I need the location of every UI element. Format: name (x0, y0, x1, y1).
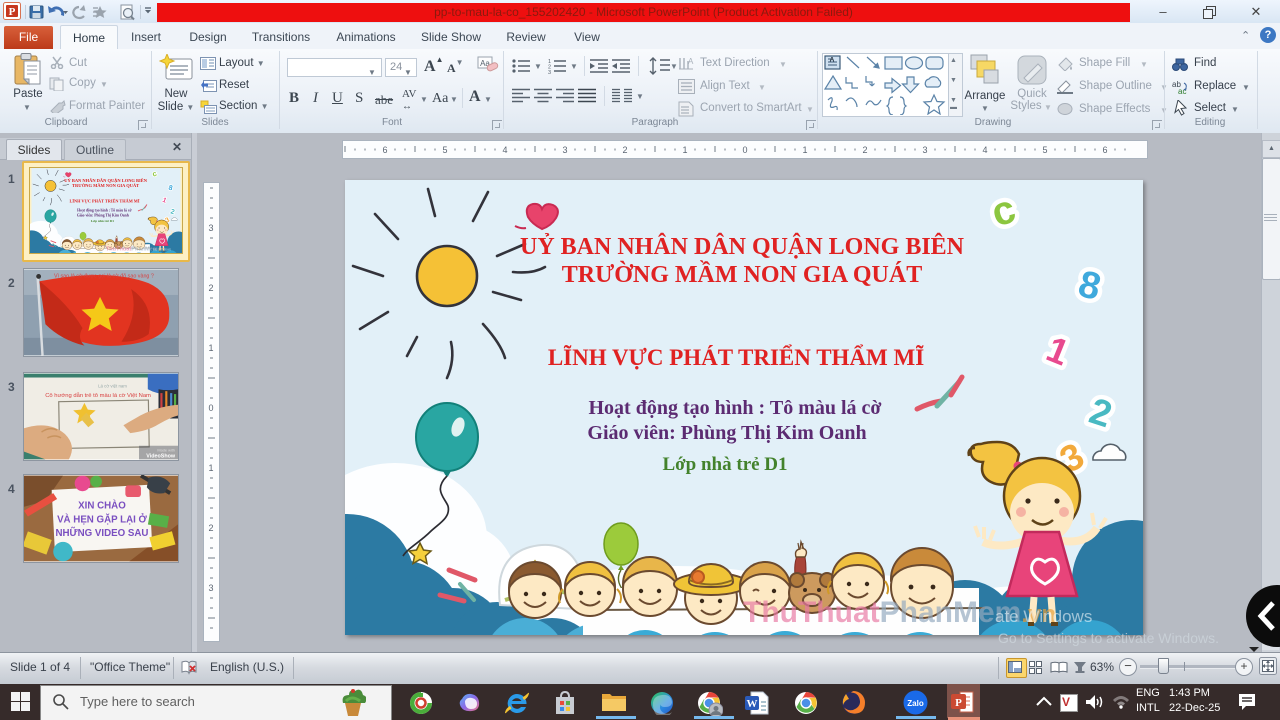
svg-text:1: 1 (802, 145, 807, 155)
svg-text:1: 1 (682, 145, 687, 155)
svg-text:Cô hướng dẫn trẻ tô màu lá cờ: Cô hướng dẫn trẻ tô màu lá cờ Việt Nam (45, 392, 151, 399)
svg-text:0: 0 (208, 403, 213, 413)
svg-text:Vì sao lá cờ được gọi là cờ đỏ: Vì sao lá cờ được gọi là cờ đỏ sao vàng … (54, 272, 154, 279)
svg-text:XIN CHÀO: XIN CHÀO (78, 501, 126, 512)
svg-text:P: P (9, 6, 16, 18)
svg-text:Made with: Made with (157, 448, 175, 453)
svg-text:5: 5 (442, 145, 447, 155)
svg-text:1: 1 (208, 463, 213, 473)
svg-text:VÀ HẸN GẶP LẠI Ở: VÀ HẸN GẶP LẠI Ở (57, 513, 147, 525)
svg-text:3: 3 (922, 145, 927, 155)
svg-text:3: 3 (562, 145, 567, 155)
svg-text:3: 3 (208, 223, 213, 233)
svg-text:Zalo: Zalo (907, 699, 924, 708)
svg-text:A: A (830, 57, 835, 64)
svg-text:4: 4 (982, 145, 987, 155)
svg-text:6: 6 (1102, 145, 1107, 155)
svg-text:1: 1 (208, 343, 213, 353)
svg-text:NHỮNG VIDEO SAU: NHỮNG VIDEO SAU (55, 528, 148, 539)
svg-text:2: 2 (862, 145, 867, 155)
svg-text:Lá cờ việt nam: Lá cờ việt nam (98, 383, 127, 388)
svg-text:W: W (747, 698, 758, 710)
svg-text:P: P (955, 697, 962, 709)
svg-text:5: 5 (1042, 145, 1047, 155)
svg-text:VideoShow: VideoShow (146, 453, 176, 459)
svg-text:A: A (688, 57, 694, 66)
svg-text:6: 6 (382, 145, 387, 155)
svg-text:2: 2 (208, 523, 213, 533)
svg-text:3: 3 (208, 583, 213, 593)
svg-text:2: 2 (208, 283, 213, 293)
svg-text:3: 3 (548, 70, 551, 74)
svg-text:0: 0 (742, 145, 747, 155)
svg-text:2: 2 (622, 145, 627, 155)
svg-text:4: 4 (502, 145, 507, 155)
